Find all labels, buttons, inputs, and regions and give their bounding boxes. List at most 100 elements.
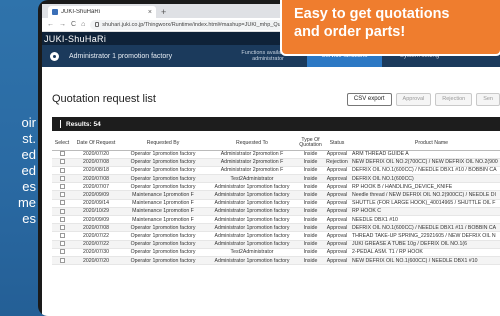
cell-status: Approval xyxy=(323,190,351,200)
cell-status: Approval xyxy=(323,174,351,184)
row-select-cell xyxy=(52,190,72,200)
cell-type: Inside xyxy=(298,223,323,233)
row-checkbox[interactable] xyxy=(59,249,65,255)
cell-date: 2020/07/08 xyxy=(72,223,120,233)
cell-product-name: Needle thread / NEW DEFRIX OIL NO.2(900C… xyxy=(351,190,500,200)
column-header-status[interactable]: Status xyxy=(323,137,351,151)
row-checkbox[interactable] xyxy=(59,151,65,157)
cell-requested-by: Maintenance 1promotion F xyxy=(120,207,206,217)
cell-type: Inside xyxy=(298,248,323,257)
user-name[interactable]: Administrator 1 promotion factory xyxy=(69,53,229,60)
row-checkbox[interactable] xyxy=(59,208,65,214)
row-checkbox[interactable] xyxy=(59,233,65,239)
csv-export-button[interactable]: CSV export xyxy=(346,92,392,106)
approval-button[interactable]: Approval xyxy=(395,92,432,106)
row-select-cell xyxy=(52,240,72,249)
table-row[interactable]: 2020/09/09 Maintenance 1promotion F Admini… xyxy=(52,215,500,225)
send-button[interactable]: Sen xyxy=(476,92,500,106)
rejection-button[interactable]: Rejection xyxy=(435,92,473,106)
back-arrow-icon[interactable]: ← xyxy=(47,21,54,28)
cell-product-name: 2-PEDAL ASM. T1 / RP HOOK xyxy=(351,248,500,257)
table-row[interactable]: 2020/09/14 Maintenance 1promotion F Admini… xyxy=(52,199,500,208)
cell-requested-by: Operator 1promotion factory xyxy=(120,174,206,184)
row-checkbox[interactable] xyxy=(59,241,65,247)
row-checkbox[interactable] xyxy=(59,159,65,165)
cell-requested-by: Operator 1promotion factory xyxy=(120,182,206,192)
row-checkbox[interactable] xyxy=(59,192,65,198)
column-header-requested-to[interactable]: Requested To xyxy=(206,137,298,151)
column-header-select[interactable]: Select xyxy=(52,137,72,151)
row-checkbox[interactable] xyxy=(59,167,65,173)
toolbar: CSV export Approval Rejection Sen xyxy=(346,92,500,106)
cell-date: 2020/08/18 xyxy=(72,166,120,176)
cell-requested-by: Maintenance 1promotion F xyxy=(120,190,206,200)
cell-requested-by: Operator 1promotion factory xyxy=(120,166,206,176)
reload-icon[interactable]: C xyxy=(71,21,76,28)
table-row[interactable]: 2020/07/22 Operator 1promotion factory Adm… xyxy=(52,231,500,241)
row-select-cell xyxy=(52,182,72,192)
promo-line-1: Easy to get quotations xyxy=(294,6,450,22)
table-row[interactable]: 2020/07/22 Operator 1promotion factory Adm… xyxy=(52,240,500,249)
row-checkbox[interactable] xyxy=(59,175,65,181)
row-checkbox[interactable] xyxy=(59,257,65,263)
cell-product-name: DEFRIX OIL NO.1(600CC) / NEEDLE DBX1 #11… xyxy=(351,223,500,233)
cell-status: Approval xyxy=(323,199,351,208)
new-tab-icon[interactable]: + xyxy=(161,6,166,18)
cell-requested-by: Operator 1promotion factory xyxy=(120,158,206,167)
user-icon[interactable] xyxy=(50,51,59,61)
cell-product-name: ARM THREAD GUIDE A xyxy=(351,150,500,159)
cell-product-name: JUKI GREASE A TUBE 10g / DEFRIX OIL NO.1… xyxy=(351,240,500,249)
table-row[interactable]: 2020/07/08 Operator 1promotion factory Tes… xyxy=(52,174,500,184)
column-header-date[interactable]: Date Of Request xyxy=(72,137,120,151)
row-select-cell xyxy=(52,166,72,176)
results-label: Results: xyxy=(66,120,92,128)
cell-product-name: RP HOOK C xyxy=(351,207,500,217)
table-row[interactable]: 2020/07/08 Operator 1promotion factory Adm… xyxy=(52,223,500,233)
row-checkbox[interactable] xyxy=(59,224,65,230)
cell-type: Inside xyxy=(298,182,323,192)
cell-requested-to: Administrator 2promotion F xyxy=(206,158,298,167)
cell-type: Inside xyxy=(298,158,323,167)
cell-requested-to: Administrator 1promotion factory xyxy=(206,223,298,233)
app-title: JUKI-ShuHaRi xyxy=(44,33,107,44)
table-row[interactable]: 2020/09/09 Maintenance 1promotion F Admini… xyxy=(52,190,500,200)
table-row[interactable]: 2020/07/08 Operator 1promotion factory Adm… xyxy=(52,158,500,167)
cell-requested-to: Administrator 1promotion factory xyxy=(206,190,298,200)
cell-date: 2020/07/22 xyxy=(72,240,120,249)
cell-requested-to: Administrator 2promotion F xyxy=(206,150,298,159)
cell-product-name: DEFRIX OIL NO.1(600CC) xyxy=(351,174,500,184)
home-icon[interactable]: ⌂ xyxy=(81,21,85,28)
table-row[interactable]: 2020/08/18 Operator 1promotion factory Adm… xyxy=(52,166,500,176)
left-text-line: me xyxy=(17,195,36,210)
cell-requested-to: Administrator 1promotion factory xyxy=(206,215,298,225)
tab-title: JUKI-ShuHaRi xyxy=(61,9,101,15)
forward-arrow-icon[interactable]: → xyxy=(59,21,66,28)
column-header-type[interactable]: Type Of Quotation xyxy=(298,137,323,151)
row-select-cell xyxy=(52,223,72,233)
browser-tab[interactable]: JUKI-ShuHaRi × xyxy=(48,6,156,18)
column-header-product-name[interactable]: Product Name xyxy=(351,137,500,151)
table-row[interactable]: 2020/07/07 Operator 1promotion factory Adm… xyxy=(52,182,500,192)
page-title: Quotation request list xyxy=(52,93,156,105)
cell-date: 2020/09/09 xyxy=(72,215,120,225)
cell-requested-by: Operator 1promotion factory xyxy=(120,231,206,241)
cell-status: Approval xyxy=(323,240,351,249)
table-row[interactable]: 2020/07/20 Operator 1promotion factory Adm… xyxy=(52,256,500,266)
table-row[interactable]: 2020/07/20 Operator 1promotion factory Adm… xyxy=(52,150,500,159)
cell-product-name: RP HOOK B / HANDLING_DEVICE_KNIFE xyxy=(351,182,500,192)
row-checkbox[interactable] xyxy=(59,183,65,189)
close-tab-icon[interactable]: × xyxy=(148,9,152,16)
row-select-cell xyxy=(52,256,72,266)
cell-requested-to: Administrator 1promotion factory xyxy=(206,207,298,217)
row-select-cell xyxy=(52,199,72,208)
row-checkbox[interactable] xyxy=(59,216,65,222)
cell-type: Inside xyxy=(298,166,323,176)
table-row[interactable]: 2020/07/30 Operator 1promotion factory Tes… xyxy=(52,248,500,257)
table-row[interactable]: 2020/10/29 Maintenance 1promotion F Admini… xyxy=(52,207,500,217)
column-header-requested-by[interactable]: Requested By xyxy=(120,137,206,151)
lock-icon xyxy=(95,22,100,27)
row-select-cell xyxy=(52,158,72,167)
cell-requested-by: Operator 1promotion factory xyxy=(120,223,206,233)
row-checkbox[interactable] xyxy=(59,200,65,206)
cell-requested-to: Administrator 1promotion factory xyxy=(206,256,298,266)
